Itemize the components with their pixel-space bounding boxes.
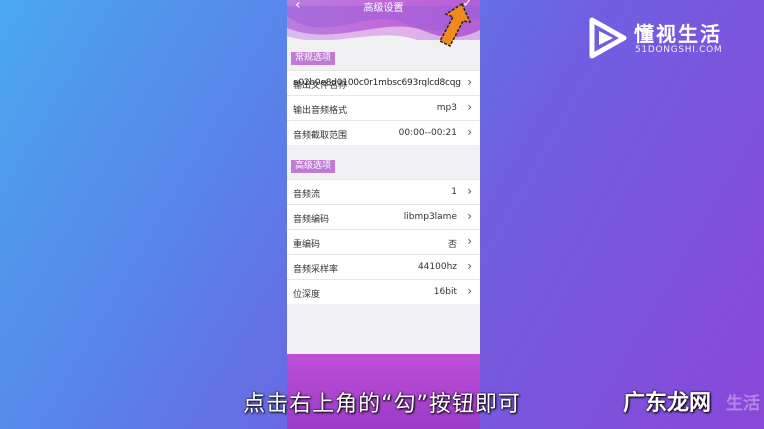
- chevron-right-icon: ›: [467, 75, 472, 89]
- logo-domain: 51DONGSHI.COM: [635, 45, 723, 55]
- chevron-right-icon: ›: [467, 184, 472, 198]
- setting-row-reencode[interactable]: 重编码 否 ›: [287, 229, 480, 254]
- setting-row-output-filename[interactable]: 输出文件名称 a02b0e8d0100c0r1mbsc693rqlcd8cqg …: [287, 70, 480, 95]
- filename-value-overlay: a02b0e8d0100c0r1mbsc693rqlcd8cqg: [293, 78, 461, 88]
- setting-label: 音频流: [293, 190, 321, 200]
- chevron-right-icon: ›: [467, 259, 472, 273]
- setting-row-sample-rate[interactable]: 音频采样率 44100hz ›: [287, 254, 480, 279]
- phone-screen: ‹ 高级设置 ✓ 常规选项 输出文件名称 a02b0e8d0100c0r1mbs…: [287, 0, 480, 429]
- brand-logo: 懂视生活 51DONGSHI.COM: [586, 16, 746, 62]
- chevron-right-icon: ›: [467, 234, 472, 248]
- setting-label: 音频采样率: [293, 265, 339, 275]
- setting-row-clip-range[interactable]: 音频截取范围 00:00--00:21 ›: [287, 120, 480, 145]
- setting-value: libmp3lame: [403, 212, 457, 222]
- chevron-right-icon: ›: [467, 125, 472, 139]
- setting-value: 16bit: [433, 287, 457, 297]
- setting-row-audio-stream[interactable]: 音频流 1 ›: [287, 179, 480, 204]
- bottom-brand-text: 广东龙网: [623, 391, 712, 416]
- setting-row-output-format[interactable]: 输出音频格式 mp3 ›: [287, 95, 480, 120]
- chevron-right-icon: ›: [467, 100, 472, 114]
- setting-value: 否: [447, 240, 457, 250]
- advanced-options-tag: 高级选项: [291, 160, 336, 173]
- chevron-right-icon: ›: [467, 209, 472, 223]
- setting-value: 1: [451, 187, 457, 197]
- advanced-options-group: 音频流 1 › 音频编码 libmp3lame › 重编码 否 › 音频采样率 …: [287, 179, 480, 304]
- setting-row-audio-codec[interactable]: 音频编码 libmp3lame ›: [287, 204, 480, 229]
- bottom-watermark: 生活: [726, 394, 760, 414]
- general-options-group: 输出文件名称 a02b0e8d0100c0r1mbsc693rqlcd8cqg …: [287, 70, 480, 145]
- setting-label: 输出音频格式: [293, 106, 348, 116]
- general-options-tag: 常规选项: [291, 52, 336, 65]
- setting-value: 00:00--00:21: [398, 128, 457, 138]
- play-logo-icon: [589, 17, 627, 59]
- setting-label: 音频截取范围: [293, 131, 348, 141]
- logo-name: 懂视生活: [634, 22, 722, 46]
- setting-row-bit-depth[interactable]: 位深度 16bit ›: [287, 279, 480, 304]
- setting-value: mp3: [436, 103, 457, 113]
- setting-label: 重编码: [293, 240, 321, 250]
- chevron-right-icon: ›: [467, 284, 472, 298]
- setting-label: 位深度: [293, 290, 321, 300]
- setting-label: 音频编码: [293, 215, 330, 225]
- pointer-arrow-icon: [438, 2, 472, 48]
- setting-value: 44100hz: [417, 262, 457, 272]
